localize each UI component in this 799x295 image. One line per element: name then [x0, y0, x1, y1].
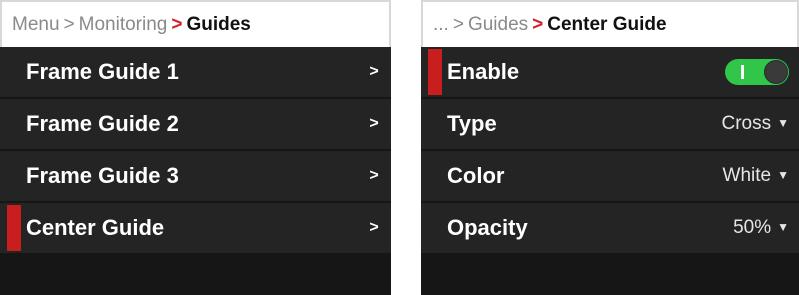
setting-type[interactable]: Type Cross ▼ [421, 99, 799, 151]
chevron-down-icon: ▼ [777, 220, 789, 234]
breadcrumb-ellipsis[interactable]: ... [433, 14, 449, 36]
center-guide-settings: Enable Type Cross ▼ Color White ▼ Opacity … [421, 47, 799, 255]
setting-label: Opacity [447, 215, 528, 240]
center-guide-screen: ... > Guides > Center Guide Enable Type … [421, 0, 799, 295]
dropdown-value: Cross [721, 113, 772, 134]
guides-menu-screen: Menu > Monitoring > Guides Frame Guide 1… [0, 0, 391, 295]
color-dropdown[interactable]: White ▼ [723, 165, 789, 187]
chevron-right-icon: > [369, 219, 379, 236]
setting-color[interactable]: Color White ▼ [421, 151, 799, 203]
chevron-right-icon: > [369, 167, 379, 184]
guides-list: Frame Guide 1 > Frame Guide 2 > Frame Gu… [0, 47, 391, 255]
menu-item-frame-guide-3[interactable]: Frame Guide 3 > [0, 151, 391, 203]
setting-label: Enable [447, 59, 520, 84]
breadcrumb-guides[interactable]: Guides [468, 14, 528, 36]
chevron-right-icon: > [369, 115, 379, 132]
breadcrumb: ... > Guides > Center Guide [421, 0, 799, 47]
menu-item-center-guide[interactable]: Center Guide > [0, 203, 391, 255]
menu-item-label: Center Guide [26, 215, 165, 240]
menu-item-label: Frame Guide 1 [26, 59, 179, 84]
setting-enable[interactable]: Enable [421, 47, 799, 99]
menu-item-label: Frame Guide 2 [26, 111, 179, 136]
setting-opacity[interactable]: Opacity 50% ▼ [421, 203, 799, 255]
type-dropdown[interactable]: Cross ▼ [721, 113, 789, 135]
selection-indicator [7, 205, 21, 251]
setting-label: Color [447, 163, 505, 188]
breadcrumb: Menu > Monitoring > Guides [0, 0, 391, 47]
breadcrumb-monitoring[interactable]: Monitoring [79, 14, 168, 36]
breadcrumb-separator: > [452, 13, 464, 35]
enable-toggle[interactable] [725, 59, 789, 85]
breadcrumb-current: Guides [186, 13, 251, 35]
dropdown-value: 50% [733, 217, 772, 238]
breadcrumb-separator: > [63, 13, 75, 35]
toggle-on-mark [741, 65, 744, 79]
chevron-down-icon: ▼ [777, 116, 789, 130]
chevron-right-icon: > [369, 63, 379, 80]
toggle-knob[interactable] [764, 60, 788, 84]
breadcrumb-separator-accent: > [171, 13, 183, 35]
menu-item-frame-guide-2[interactable]: Frame Guide 2 > [0, 99, 391, 151]
breadcrumb-separator-accent: > [532, 13, 544, 35]
menu-item-label: Frame Guide 3 [26, 163, 179, 188]
breadcrumb-current: Center Guide [547, 13, 667, 35]
opacity-dropdown[interactable]: 50% ▼ [733, 217, 789, 239]
chevron-down-icon: ▼ [777, 168, 789, 182]
selection-indicator [428, 49, 442, 95]
breadcrumb-menu[interactable]: Menu [12, 14, 60, 36]
setting-label: Type [447, 111, 497, 136]
menu-item-frame-guide-1[interactable]: Frame Guide 1 > [0, 47, 391, 99]
dropdown-value: White [722, 165, 772, 186]
